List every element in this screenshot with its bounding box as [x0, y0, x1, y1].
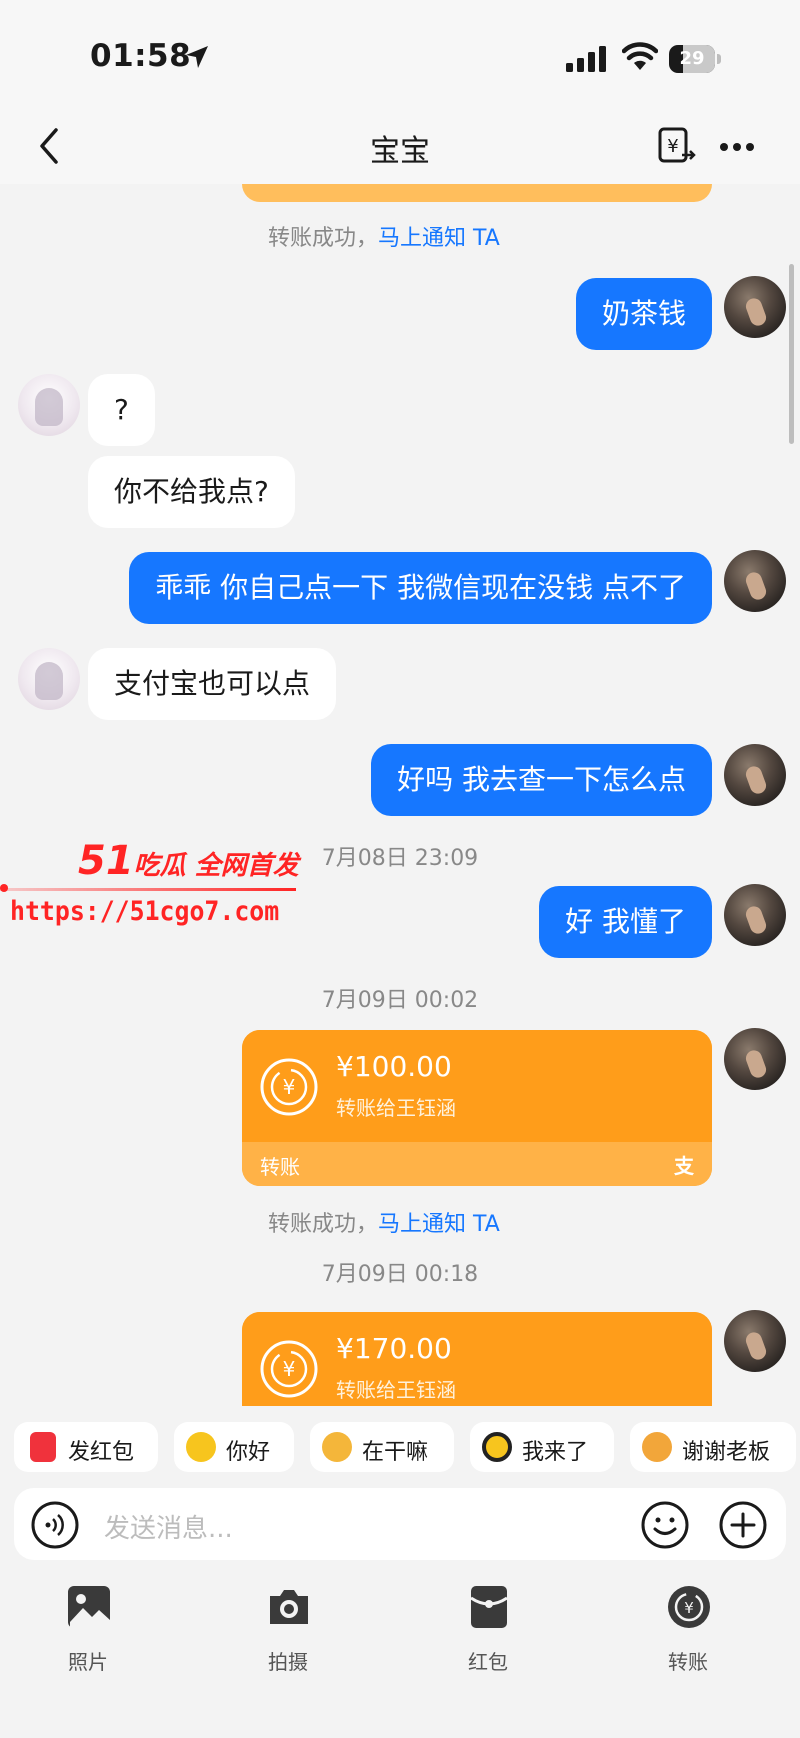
message-bubble[interactable]: 乖乖 你自己点一下 我微信现在没钱 点不了	[129, 552, 712, 624]
watermark-url: https://51cgo7.com	[10, 896, 280, 927]
message-bubble[interactable]: 好吗 我去查一下怎么点	[371, 744, 712, 816]
message-input-bar[interactable]: 发送消息...	[14, 1488, 786, 1560]
message-input[interactable]: 发送消息...	[104, 1508, 233, 1545]
transfer-exchange-icon[interactable]: ¥	[656, 124, 698, 168]
my-avatar[interactable]	[724, 550, 786, 612]
red-packet-icon	[470, 1586, 508, 1628]
my-avatar[interactable]	[724, 1310, 786, 1372]
watermark: 51吃瓜 全网首发 https://51cgo7.com	[0, 838, 310, 938]
battery-level: 29	[679, 48, 705, 69]
message-bubble[interactable]: ?	[88, 374, 155, 446]
message-bubble[interactable]: 支付宝也可以点	[88, 648, 337, 720]
emoji-think-icon	[322, 1432, 352, 1462]
timestamp: 7月09日 00:18	[321, 1262, 479, 1287]
message-bubble[interactable]: 你不给我点?	[88, 456, 295, 528]
quick-reply-red-packet[interactable]: 发红包	[14, 1422, 158, 1472]
add-more-icon[interactable]	[718, 1500, 768, 1550]
nav-bar: 宝宝 ¥	[0, 110, 800, 184]
transfer-coin-icon: ¥	[260, 1340, 318, 1398]
camera-button[interactable]: 拍摄	[228, 1584, 348, 1694]
transfer-description: 转账给王钰涵	[336, 1096, 456, 1120]
my-avatar[interactable]	[724, 1028, 786, 1090]
tool-row: 照片 拍摄 红包 ¥ 转账	[0, 1560, 800, 1738]
transfer-icon: ¥	[668, 1586, 710, 1628]
transfer-type-label: 转账	[260, 1155, 300, 1179]
emoji-picker-icon[interactable]	[640, 1500, 690, 1550]
svg-text:¥: ¥	[283, 1357, 296, 1381]
transfer-description: 转账给王钰涵	[336, 1378, 456, 1402]
transfer-amount: ¥170.00	[336, 1332, 452, 1365]
my-avatar[interactable]	[724, 884, 786, 946]
timestamp: 7月09日 00:02	[321, 988, 479, 1013]
wifi-icon	[622, 42, 658, 70]
transfer-success-notice: 转账成功，马上通知 TA	[268, 1212, 500, 1237]
contact-avatar[interactable]	[18, 374, 80, 436]
transfer-amount: ¥100.00	[336, 1050, 452, 1083]
photo-button[interactable]: 照片	[28, 1584, 148, 1694]
more-options-icon[interactable]	[716, 132, 758, 162]
photo-icon	[68, 1586, 110, 1628]
signal-icon	[566, 46, 606, 72]
voice-input-icon[interactable]	[30, 1500, 80, 1550]
contact-avatar[interactable]	[18, 648, 80, 710]
chat-area[interactable]: 转账成功，马上通知 TA 奶茶钱 ? 你不给我点? 乖乖 你自己点一下 我微信现…	[0, 184, 800, 1406]
emoji-sunglasses-icon	[482, 1432, 512, 1462]
location-arrow-icon	[186, 46, 208, 68]
quick-reply-row: 发红包 你好 在干嘛 我来了 谢谢老板	[0, 1406, 800, 1488]
message-bubble[interactable]: 好 我懂了	[539, 886, 712, 958]
scrollbar[interactable]	[789, 264, 794, 444]
status-time: 01:58	[90, 38, 192, 74]
emoji-thanks-icon	[642, 1432, 672, 1462]
message-bubble[interactable]: 奶茶钱	[575, 278, 712, 350]
notify-link[interactable]: 马上通知 TA	[378, 226, 500, 251]
camera-icon	[270, 1590, 308, 1624]
battery-icon: 29	[669, 45, 721, 73]
svg-text:¥: ¥	[667, 136, 678, 157]
quick-reply-hello[interactable]: 你好	[174, 1422, 294, 1472]
my-avatar[interactable]	[724, 276, 786, 338]
my-avatar[interactable]	[724, 744, 786, 806]
emoji-wave-icon	[186, 1432, 216, 1462]
quick-reply-coming[interactable]: 我来了	[470, 1422, 614, 1472]
status-bar: 01:58 29	[0, 0, 800, 110]
transfer-success-notice: 转账成功，马上通知 TA	[268, 226, 500, 251]
quick-reply-what-doing[interactable]: 在干嘛	[310, 1422, 454, 1472]
svg-text:¥: ¥	[684, 1599, 694, 1617]
notify-link[interactable]: 马上通知 TA	[378, 1212, 500, 1237]
alipay-logo-icon: 支	[674, 1154, 694, 1178]
watermark-brand: 51吃瓜 全网首发	[78, 838, 299, 884]
transfer-coin-icon: ¥	[260, 1058, 318, 1116]
red-packet-icon	[30, 1432, 56, 1462]
red-packet-button[interactable]: 红包	[428, 1584, 548, 1694]
svg-text:¥: ¥	[283, 1075, 296, 1099]
transfer-button[interactable]: ¥ 转账	[628, 1584, 748, 1694]
transfer-card[interactable]: ¥ ¥100.00 转账给王钰涵 转账 支	[242, 1030, 712, 1186]
quick-reply-thanks-boss[interactable]: 谢谢老板	[630, 1422, 796, 1472]
transfer-card[interactable]: ¥ ¥170.00 转账给王钰涵	[242, 1312, 712, 1406]
transfer-card-partial[interactable]	[242, 184, 712, 202]
